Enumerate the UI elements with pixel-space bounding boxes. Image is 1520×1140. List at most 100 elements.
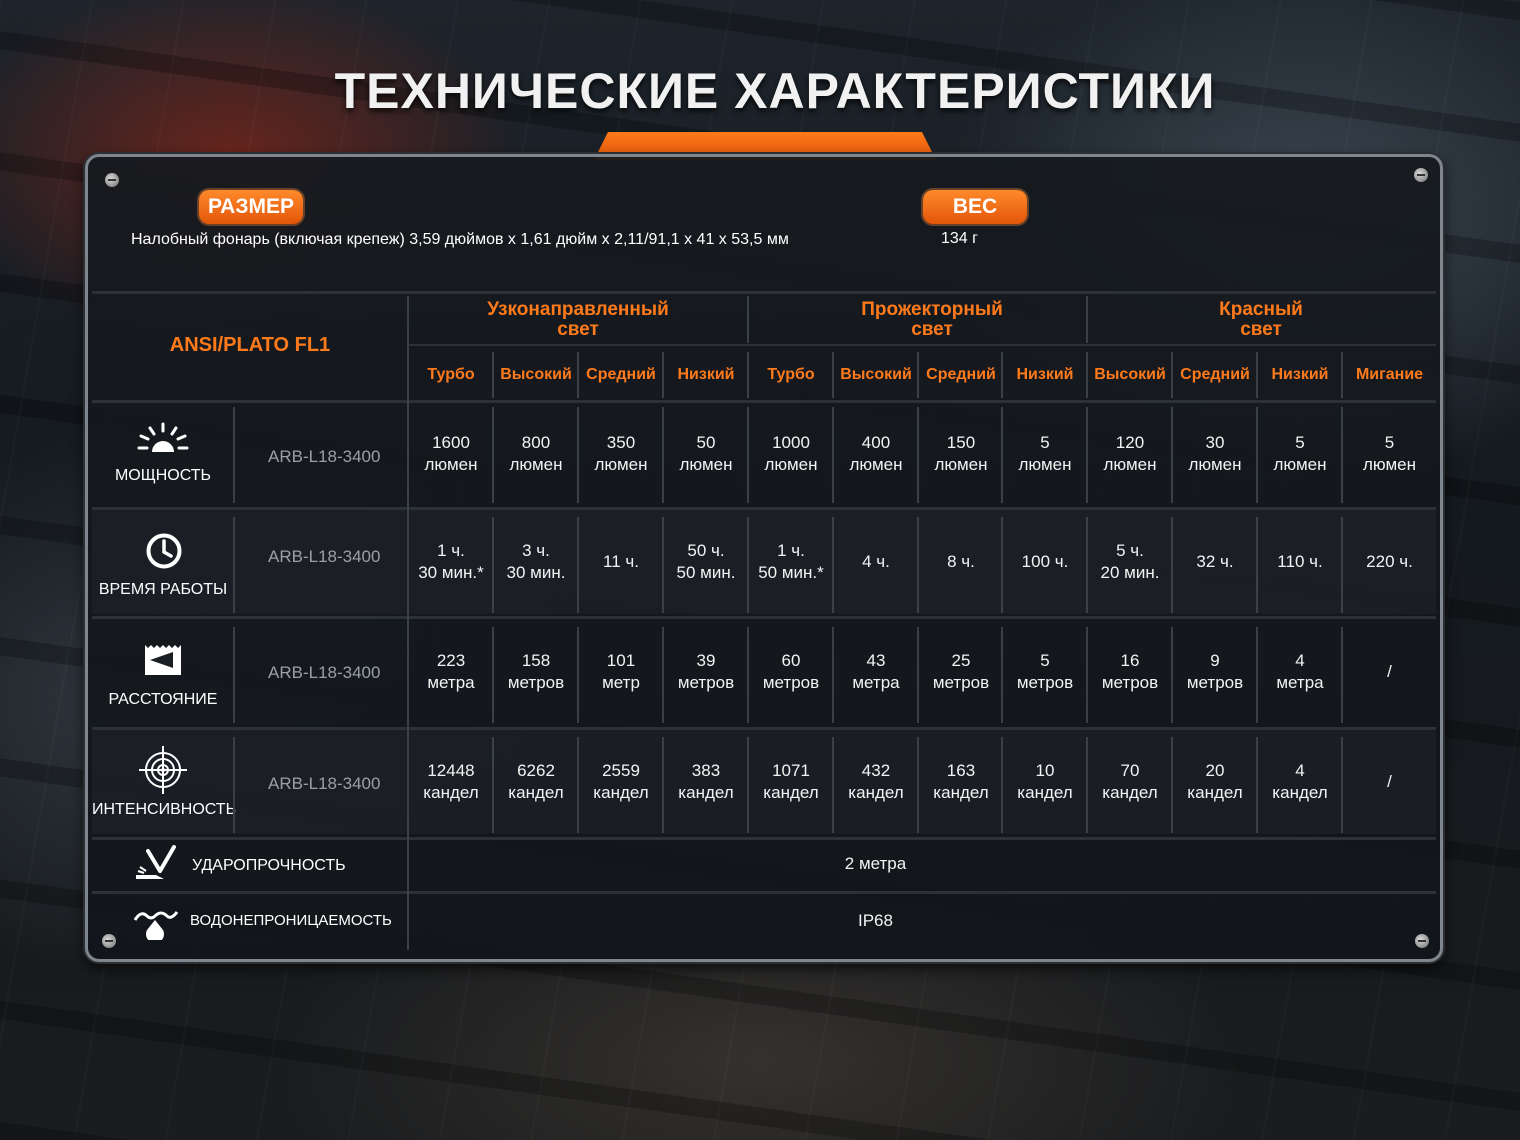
size-label: РАЗМЕР <box>199 190 303 224</box>
group-name: Узконаправленный свет <box>487 299 669 340</box>
group-name: Красный свет <box>1219 299 1303 340</box>
spec-cell: 5 метров <box>1016 651 1074 692</box>
divider <box>92 507 1436 510</box>
clock-icon <box>146 533 182 569</box>
divider <box>408 344 1436 346</box>
column-divider <box>233 517 235 613</box>
mode-header: Низкий <box>1271 366 1329 383</box>
target-icon <box>139 746 187 794</box>
param-label-impact: УДАРОПРОЧНОСТЬ <box>192 857 346 874</box>
size-value: Налобный фонарь (включая крепеж) 3,59 дю… <box>131 231 789 248</box>
spec-cell: 223 метра <box>427 651 475 692</box>
spec-cell: 16 метров <box>1101 651 1159 692</box>
spec-cell: 100 ч. <box>1021 552 1069 571</box>
model-number: ARB-L18-3400 <box>268 774 381 793</box>
spec-cell: 163 кандел <box>933 761 989 802</box>
screw-icon <box>1415 934 1429 948</box>
spec-cell: 220 ч. <box>1366 552 1413 571</box>
group-header: Красный свет <box>1087 300 1435 340</box>
mode-header: Высокий <box>1094 366 1166 383</box>
water-drop-icon <box>133 911 179 940</box>
spec-cell: 400 люмен <box>849 433 903 474</box>
spec-cell: 120 люмен <box>1103 433 1157 474</box>
spec-cell: 383 кандел <box>678 761 734 802</box>
spec-cell: 150 люмен <box>934 433 988 474</box>
spec-cell: 1 ч. 30 мин.* <box>418 541 484 582</box>
spec-cell: 32 ч. <box>1196 552 1234 571</box>
spec-cell: 5 люмен <box>1018 433 1072 474</box>
beam-distance-icon <box>145 645 181 675</box>
spec-cell: 5 ч. 20 мин. <box>1100 541 1160 582</box>
spec-cell: 25 метров <box>932 651 990 692</box>
model-number: ARB-L18-3400 <box>268 447 381 466</box>
mode-header: Мигание <box>1355 366 1424 383</box>
spec-cell: 30 люмен <box>1188 433 1242 474</box>
model-number: ARB-L18-3400 <box>268 663 381 682</box>
spec-cell: 2559 кандел <box>593 761 649 802</box>
spec-cell: 60 метров <box>762 651 820 692</box>
spec-cell: 800 люмен <box>509 433 563 474</box>
mode-header: Турбо <box>767 366 815 383</box>
spec-cell: / <box>1387 662 1392 681</box>
param-label-water: ВОДОНЕПРОНИЦАЕМОСТЬ <box>190 912 392 929</box>
spec-cell: 12448 кандел <box>423 761 479 802</box>
divider <box>92 400 1436 403</box>
spec-cell: 6262 кандел <box>508 761 564 802</box>
spec-cell: 158 метров <box>507 651 565 692</box>
spec-cell: 39 метров <box>677 651 735 692</box>
mode-header: Высокий <box>840 366 912 383</box>
spec-cell: 432 кандел <box>848 761 904 802</box>
mode-header: Низкий <box>1016 366 1074 383</box>
param-label-runtime: ВРЕМЯ РАБОТЫ <box>98 581 228 598</box>
impact-icon <box>136 845 176 879</box>
sunburst-icon <box>137 422 189 452</box>
mode-header: Турбо <box>427 366 475 383</box>
group-header: Прожекторный свет <box>748 300 1116 340</box>
divider <box>92 291 1436 294</box>
model-number: ARB-L18-3400 <box>268 547 381 566</box>
spec-cell: 70 кандел <box>1102 761 1158 802</box>
mode-header: Высокий <box>500 366 572 383</box>
spec-cell: 11 ч. <box>603 552 639 571</box>
param-label-intensity: ИНТЕНСИВНОСТЬ <box>92 801 237 818</box>
weight-label: ВЕС <box>923 190 1027 224</box>
water-value: IP68 <box>858 911 893 930</box>
spec-cell: 5 люмен <box>1273 433 1327 474</box>
spec-cell: 3 ч. 30 мин. <box>506 541 566 582</box>
spec-cell: 9 метров <box>1186 651 1244 692</box>
spec-cell: 1600 люмен <box>424 433 478 474</box>
spec-cell: 101 метр <box>602 651 640 692</box>
spec-cell: 8 ч. <box>947 552 975 571</box>
spec-cell: 10 кандел <box>1017 761 1073 802</box>
column-divider <box>233 407 235 503</box>
spec-cell: 350 люмен <box>594 433 648 474</box>
spec-cell: 50 ч. 50 мин. <box>676 541 736 582</box>
divider <box>92 727 1436 730</box>
screw-icon <box>1414 168 1428 182</box>
spec-cell: 4 метра <box>1276 651 1324 692</box>
spec-cell: / <box>1387 772 1392 791</box>
divider <box>92 837 1436 840</box>
impact-value: 2 метра <box>844 854 907 873</box>
group-name: Прожекторный свет <box>861 299 1003 340</box>
spec-cell: 110 ч. <box>1277 552 1323 571</box>
spec-cell: 5 люмен <box>1362 433 1416 474</box>
mode-header: Низкий <box>677 366 735 383</box>
mode-header: Средний <box>586 366 656 383</box>
spec-cell: 4 ч. <box>862 552 890 571</box>
standard-label: ANSI/PLATO FL1 <box>169 334 331 356</box>
mode-header: Средний <box>926 366 996 383</box>
param-label-power: МОЩНОСТЬ <box>114 467 212 484</box>
divider <box>92 616 1436 619</box>
screw-icon <box>105 173 119 187</box>
spec-cell: 50 люмен <box>679 433 733 474</box>
spec-cell: 1071 кандел <box>763 761 819 802</box>
screw-icon <box>102 934 116 948</box>
column-divider <box>233 737 235 833</box>
mode-header: Средний <box>1180 366 1250 383</box>
column-divider <box>233 627 235 723</box>
param-label-distance: РАССТОЯНИЕ <box>108 691 218 708</box>
spec-cell: 1 ч. 50 мин.* <box>758 541 824 582</box>
spec-cell: 1000 люмен <box>764 433 818 474</box>
weight-value: 134 г <box>941 230 978 247</box>
